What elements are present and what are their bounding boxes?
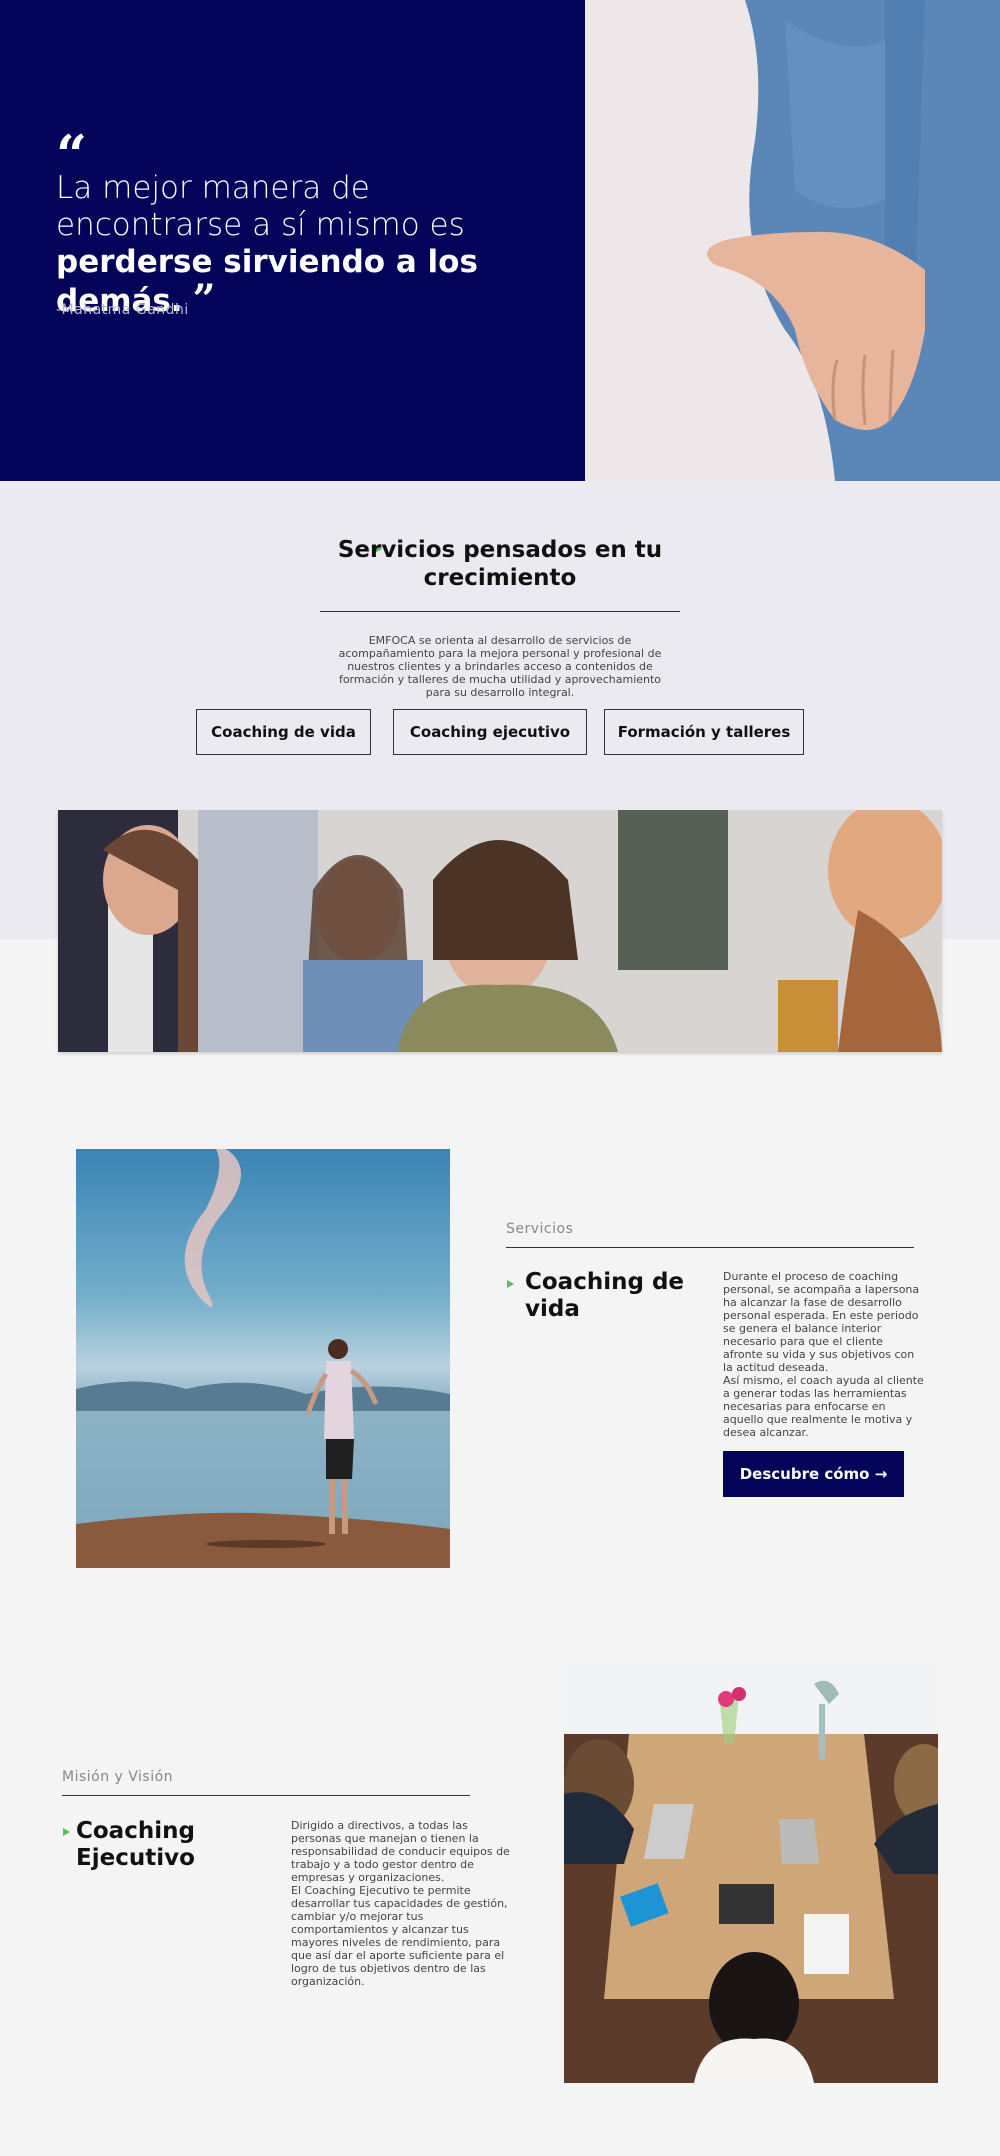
bullet-triangle-icon	[507, 1280, 514, 1288]
divider	[320, 611, 680, 612]
group-photo	[58, 810, 942, 1052]
close-quote-icon: ”	[192, 276, 216, 323]
hero-section: “ La mejor manera de encontrarse a sí mi…	[0, 0, 1000, 481]
ejecutivo-title: Coaching Ejecutivo	[76, 1818, 195, 1871]
quote-panel: “ La mejor manera de encontrarse a sí mi…	[0, 0, 585, 481]
vida-section-label: Servicios	[506, 1221, 574, 1237]
hero-quote: La mejor manera de encontrarse a sí mism…	[56, 170, 556, 320]
divider	[62, 1795, 470, 1796]
formacion-talleres-button[interactable]: Formación y talleres	[604, 709, 804, 755]
ejecutivo-section-label: Misión y Visión	[62, 1769, 174, 1785]
hero-hand-image	[585, 0, 1000, 481]
quote-author: -Mahatma Gandhi	[56, 302, 189, 318]
divider	[506, 1247, 914, 1248]
man-by-lake-photo	[76, 1149, 450, 1568]
bullet-triangle-icon	[63, 1828, 70, 1836]
team-meeting-photo	[564, 1664, 938, 2083]
services-title: Servicios pensados en tu crecimiento	[337, 537, 663, 591]
coaching-ejecutivo-button[interactable]: Coaching ejecutivo	[393, 709, 587, 755]
vida-title: Coaching de vida	[525, 1269, 685, 1322]
descubre-como-button[interactable]: Descubre cómo →	[723, 1451, 904, 1497]
ejecutivo-description: Dirigido a directivos, a todas las perso…	[291, 1819, 510, 1988]
vida-description: Durante el proceso de coaching personal,…	[723, 1270, 924, 1439]
services-description: EMFOCA se orienta al desarrollo de servi…	[338, 634, 662, 699]
quote-text-regular: La mejor manera de encontrarse a sí mism…	[56, 170, 465, 243]
coaching-de-vida-button[interactable]: Coaching de vida	[196, 709, 371, 755]
